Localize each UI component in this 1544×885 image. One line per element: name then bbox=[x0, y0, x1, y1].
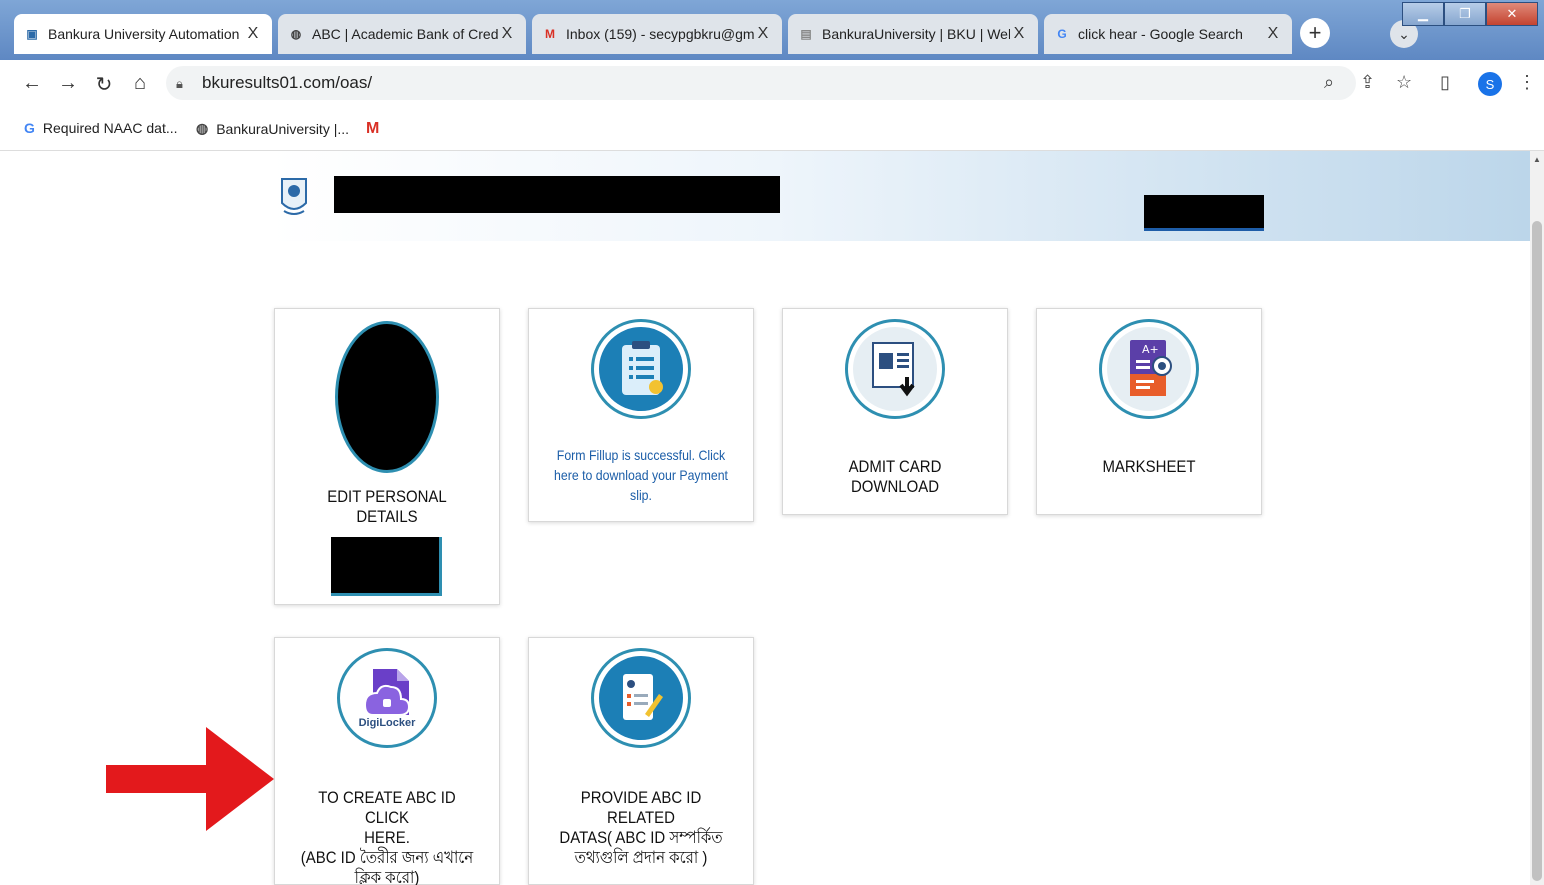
bookmark-bankura-university[interactable]: ◍ BankuraUniversity |... bbox=[196, 120, 349, 137]
share-icon[interactable]: ⇪ bbox=[1360, 72, 1375, 93]
redacted-header-title bbox=[334, 176, 780, 213]
maximize-icon[interactable]: ❐ bbox=[1444, 2, 1486, 26]
id-card-download-icon bbox=[872, 342, 915, 397]
page-viewport: EDIT PERSONAL DETAILS Form Fillup is suc… bbox=[0, 151, 1530, 885]
page-scrollbar[interactable]: ▲ bbox=[1530, 151, 1544, 885]
tab-title: ABC | Academic Bank of Credit bbox=[312, 26, 498, 42]
tab-title: BankuraUniversity | BKU | Welc bbox=[822, 26, 1010, 42]
gmail-icon: M bbox=[545, 27, 555, 41]
tab-abc[interactable]: ◍ ABC | Academic Bank of Credit X bbox=[278, 14, 526, 54]
scrollbar-thumb[interactable] bbox=[1532, 221, 1542, 881]
icon-circle: A+ bbox=[1099, 319, 1199, 419]
tab-google-search[interactable]: G click hear - Google Search X bbox=[1044, 14, 1292, 54]
bookmark-label: BankuraUniversity |... bbox=[216, 120, 350, 137]
url-text[interactable]: bkuresults01.com/oas/ bbox=[202, 73, 372, 93]
minimize-icon[interactable]: ▁ bbox=[1402, 2, 1444, 26]
site-header-banner bbox=[270, 151, 1530, 241]
svg-text:A+: A+ bbox=[1142, 343, 1159, 356]
redacted-profile-photo bbox=[335, 321, 439, 473]
tab-gmail-inbox[interactable]: M Inbox (159) - secypgbkru@gm X bbox=[532, 14, 782, 54]
digilocker-badge: DigiLocker bbox=[358, 717, 416, 729]
tab-title: click hear - Google Search bbox=[1078, 26, 1243, 42]
university-logo-icon: ▣ bbox=[26, 27, 38, 41]
red-arrow-icon bbox=[106, 727, 274, 831]
tab-close-icon[interactable]: X bbox=[754, 25, 772, 43]
card-label: ADMIT CARD DOWNLOAD bbox=[848, 457, 942, 496]
create-abc-id-card[interactable]: DigiLocker TO CREATE ABC ID CLICK HERE. … bbox=[274, 637, 500, 885]
google-icon: G bbox=[1057, 27, 1067, 41]
label-line: তথ্যগুলি প্রদান করো ) bbox=[574, 848, 708, 867]
marksheet-card[interactable]: A+ MARKSHEET bbox=[1036, 308, 1262, 515]
tab-bankura-university[interactable]: ▤ BankuraUniversity | BKU | Welc X bbox=[788, 14, 1038, 54]
bookmark-gmail[interactable]: M bbox=[366, 120, 387, 138]
admit-card-download-card[interactable]: ADMIT CARD DOWNLOAD bbox=[782, 308, 1008, 515]
label-line: DATAS( ABC ID সম্পর্কিত bbox=[559, 828, 723, 847]
close-window-icon[interactable]: ✕ bbox=[1486, 2, 1538, 26]
forward-arrow-icon[interactable]: → bbox=[56, 72, 80, 95]
digilocker-icon bbox=[363, 669, 411, 716]
site-icon: ▤ bbox=[800, 27, 812, 41]
card-label: EDIT PERSONAL DETAILS bbox=[327, 487, 447, 526]
icon-circle bbox=[845, 319, 945, 419]
bookmark-naac[interactable]: G Required NAAC dat... bbox=[24, 120, 178, 136]
redacted-header-button[interactable] bbox=[1144, 195, 1264, 231]
tab-title: Bankura University Automation bbox=[48, 26, 240, 42]
tab-close-icon[interactable]: X bbox=[1010, 25, 1028, 43]
lock-icon[interactable]: 🔒︎ bbox=[176, 76, 183, 92]
menu-kebab-icon[interactable]: ⋮ bbox=[1518, 72, 1536, 93]
icon-circle: DigiLocker bbox=[337, 648, 437, 748]
edit-personal-details-card[interactable]: EDIT PERSONAL DETAILS bbox=[274, 308, 500, 605]
gmail-icon: M bbox=[366, 120, 380, 137]
google-icon: G bbox=[24, 120, 35, 136]
redacted-action-button[interactable] bbox=[331, 537, 442, 596]
form-fillup-card[interactable]: Form Fillup is successful. Click here to… bbox=[528, 308, 754, 522]
label-line: (ABC ID তৈরীর জন্য এখানে bbox=[300, 848, 474, 867]
create-abc-id-label: TO CREATE ABC ID CLICK HERE. (ABC ID তৈর… bbox=[295, 788, 478, 885]
card-label: MARKSHEET bbox=[1102, 457, 1196, 476]
provide-abc-id-card[interactable]: PROVIDE ABC ID RELATED DATAS( ABC ID সম্… bbox=[528, 637, 754, 885]
payment-slip-link[interactable]: Form Fillup is successful. Click here to… bbox=[549, 445, 732, 505]
icon-circle bbox=[591, 319, 691, 419]
label-line: TO CREATE ABC ID CLICK bbox=[318, 788, 456, 827]
label-line: ক্লিক করো) bbox=[354, 868, 420, 885]
marksheet-icon: A+ bbox=[1130, 340, 1172, 396]
browser-tab-strip: ▣ Bankura University Automation X ◍ ABC … bbox=[0, 0, 1544, 66]
home-icon[interactable]: ⌂ bbox=[128, 72, 152, 95]
label-line: PROVIDE ABC ID RELATED bbox=[580, 788, 702, 827]
icon-circle bbox=[591, 648, 691, 748]
scroll-up-arrow-icon[interactable]: ▲ bbox=[1533, 155, 1541, 164]
new-tab-button[interactable]: + bbox=[1300, 18, 1330, 48]
tab-close-icon[interactable]: X bbox=[244, 25, 262, 43]
bookmark-label: Required NAAC dat... bbox=[42, 120, 178, 136]
provide-abc-id-label: PROVIDE ABC ID RELATED DATAS( ABC ID সম্… bbox=[549, 788, 732, 868]
back-arrow-icon[interactable]: ← bbox=[20, 72, 44, 95]
bookmark-star-icon[interactable]: ☆ bbox=[1396, 72, 1412, 93]
bookmarks-bar: G Required NAAC dat... ◍ BankuraUniversi… bbox=[0, 108, 1544, 151]
globe-icon: ◍ bbox=[196, 120, 209, 136]
clipboard-icon bbox=[622, 341, 663, 395]
document-edit-icon bbox=[623, 674, 663, 720]
globe-icon: ◍ bbox=[290, 27, 302, 41]
university-logo-icon bbox=[281, 178, 307, 215]
profile-avatar[interactable]: S bbox=[1478, 72, 1502, 96]
tab-bankura-automation[interactable]: ▣ Bankura University Automation X bbox=[14, 14, 272, 54]
label-line: HERE. bbox=[364, 828, 410, 847]
tab-title: Inbox (159) - secypgbkru@gm bbox=[566, 26, 754, 42]
zoom-icon[interactable]: ⌕ bbox=[1324, 72, 1334, 93]
tab-close-icon[interactable]: X bbox=[1264, 25, 1282, 43]
window-controls: ▁ ❐ ✕ bbox=[1402, 2, 1538, 26]
tab-close-icon[interactable]: X bbox=[498, 25, 516, 43]
side-panel-icon[interactable]: ▯ bbox=[1440, 72, 1450, 93]
reload-icon[interactable]: ↻ bbox=[92, 72, 116, 97]
